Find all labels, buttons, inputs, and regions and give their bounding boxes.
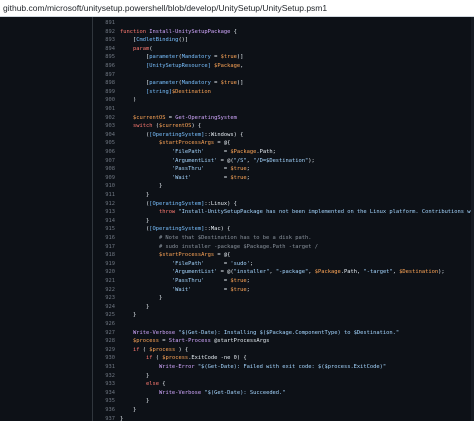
line-number[interactable]: 937: [93, 414, 115, 421]
code-line: 937}: [93, 414, 474, 421]
file-tree-panel: [0, 17, 92, 421]
address-bar[interactable]: github.com/microsoft/unitysetup.powershe…: [0, 0, 474, 17]
line-text: }: [120, 415, 124, 421]
code-viewer[interactable]: 891 892 function Install-UnitySetupPackage…: [93, 17, 474, 421]
url-text: github.com/microsoft/unitysetup.powershe…: [3, 3, 328, 13]
